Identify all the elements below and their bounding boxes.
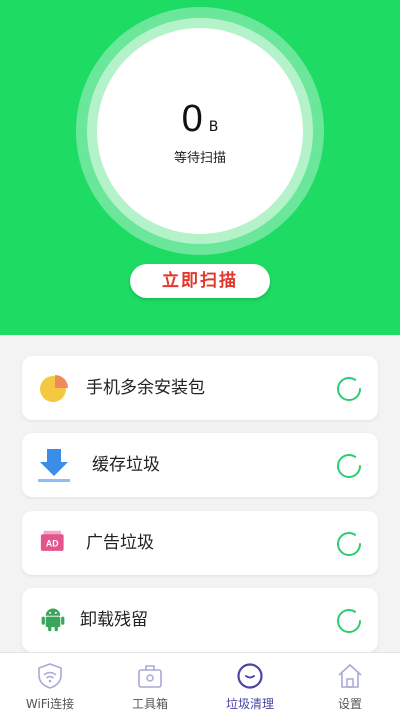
loading-spinner-icon (337, 377, 361, 401)
junk-item-label: 卸载残留 (80, 610, 148, 630)
scan-now-button[interactable]: 立即扫描 (130, 264, 270, 298)
android-icon (41, 608, 65, 632)
junk-item-ads[interactable]: AD 广告垃圾 (22, 511, 378, 575)
tab-toolbox[interactable]: 工具箱 (100, 653, 200, 711)
junk-item-uninstall-residue[interactable]: 卸载残留 (22, 588, 378, 652)
junk-size: 0B (0, 98, 400, 141)
scan-status: 等待扫描 (173, 151, 226, 166)
tab-label: WiFi连接 (25, 697, 75, 711)
junk-item-label: 广告垃圾 (86, 533, 154, 553)
junk-size-value: 0 (181, 98, 203, 140)
tab-junk-clean[interactable]: 垃圾清理 (200, 653, 300, 711)
tab-label: 垃圾清理 (225, 697, 274, 711)
pie-chart-icon (40, 375, 68, 402)
loading-spinner-icon (337, 454, 361, 478)
junk-item-apk[interactable]: 手机多余安装包 (22, 356, 378, 420)
toolbox-icon (138, 665, 162, 688)
junk-size-unit: B (208, 119, 219, 135)
tab-label: 工具箱 (131, 697, 168, 711)
home-icon (338, 663, 362, 688)
tab-settings[interactable]: 设置 (300, 653, 400, 711)
ad-icon: AD (40, 530, 64, 551)
bottom-tab-bar: WiFi连接 工具箱 垃圾清理 设置 (0, 652, 400, 711)
clean-icon (237, 663, 263, 689)
loading-spinner-icon (337, 609, 361, 633)
tab-label: 设置 (337, 697, 362, 711)
download-icon (38, 449, 70, 482)
scan-header: 0B 等待扫描 立即扫描 (0, 0, 400, 335)
svg-text:AD: AD (46, 539, 59, 549)
junk-item-label: 缓存垃圾 (92, 455, 160, 475)
junk-item-cache[interactable]: 缓存垃圾 (22, 433, 378, 497)
junk-item-label: 手机多余安装包 (86, 378, 205, 398)
loading-spinner-icon (337, 532, 361, 556)
wifi-shield-icon (38, 663, 62, 689)
tab-wifi[interactable]: WiFi连接 (0, 653, 100, 711)
